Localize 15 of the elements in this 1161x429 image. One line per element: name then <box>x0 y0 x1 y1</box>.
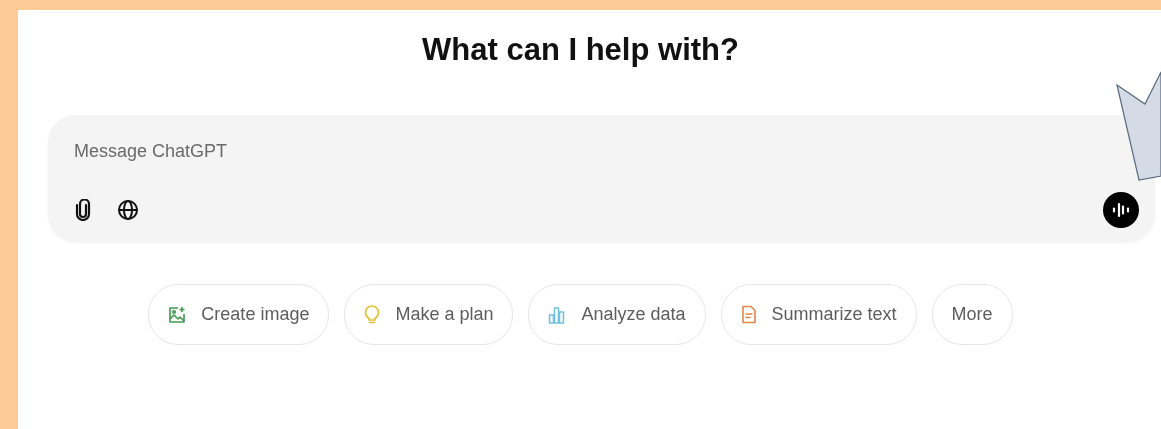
suggestion-button[interactable]: More <box>931 284 1013 345</box>
paperclip-icon[interactable] <box>74 199 92 221</box>
suggestion-button[interactable]: Make a plan <box>344 284 514 345</box>
suggestion-button[interactable]: Analyze data <box>528 284 706 345</box>
waveform-icon <box>1111 202 1131 218</box>
voice-button[interactable] <box>1103 192 1139 228</box>
image-icon <box>168 305 187 324</box>
document-icon <box>740 305 757 324</box>
globe-icon[interactable] <box>117 199 139 221</box>
message-input[interactable]: Message ChatGPT <box>74 139 974 163</box>
bar-chart-icon <box>548 305 567 324</box>
lightbulb-icon <box>364 304 381 325</box>
suggestion-button[interactable]: Summarize text <box>720 284 917 345</box>
suggestion-button[interactable]: Create image <box>148 284 330 345</box>
page-heading: What can I help with? <box>422 32 739 68</box>
